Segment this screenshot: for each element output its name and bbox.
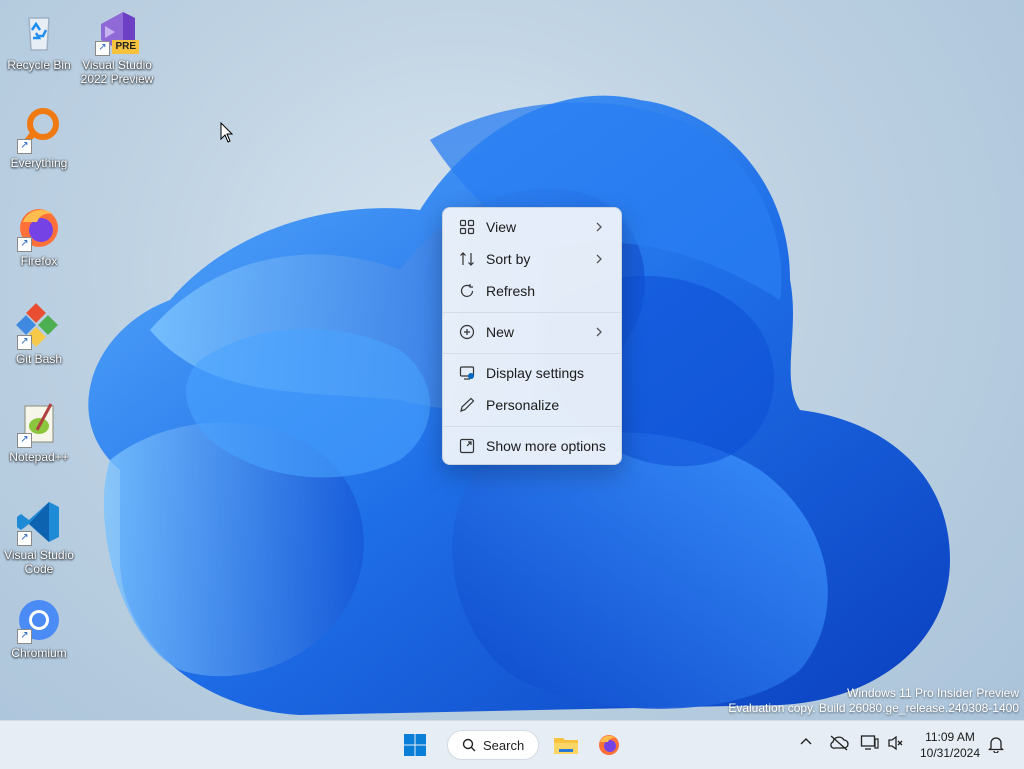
menu-item-refresh[interactable]: Refresh bbox=[447, 276, 617, 306]
firefox-icon: ↗ bbox=[15, 204, 63, 252]
shortcut-arrow-icon: ↗ bbox=[17, 237, 32, 252]
menu-separator bbox=[443, 426, 621, 427]
menu-item-label: Display settings bbox=[486, 365, 585, 381]
chromium-icon: ↗ bbox=[15, 596, 63, 644]
shortcut-arrow-icon: ↗ bbox=[17, 139, 32, 154]
taskbar-clock[interactable]: 11:09 AM 10/31/2024 bbox=[912, 729, 988, 761]
clock-date: 10/31/2024 bbox=[919, 746, 981, 760]
visual-studio-preview-icon: PRE ↗ bbox=[93, 8, 141, 56]
menu-item-label: View bbox=[486, 219, 517, 235]
shortcut-arrow-icon: ↗ bbox=[17, 531, 32, 546]
menu-separator bbox=[443, 312, 621, 313]
mouse-cursor-icon bbox=[220, 122, 234, 143]
expand-icon bbox=[455, 438, 479, 454]
grid-icon bbox=[455, 219, 479, 235]
volume-muted-icon[interactable] bbox=[887, 734, 905, 752]
desktop-icon-visual-studio-2022-preview[interactable]: PRE ↗ Visual Studio 2022 Preview bbox=[78, 8, 156, 86]
firefox-taskbar-button[interactable] bbox=[591, 727, 627, 763]
preview-badge: PRE bbox=[112, 40, 139, 54]
desktop-icon-label-line2: 2022 Preview bbox=[80, 72, 154, 86]
menu-item-view[interactable]: View bbox=[447, 212, 617, 242]
desktop-context-menu: View Sort by Refresh New Display setting… bbox=[442, 207, 622, 465]
display-icon bbox=[455, 365, 479, 381]
desktop-icon-label: Git Bash bbox=[15, 352, 63, 366]
shortcut-arrow-icon: ↗ bbox=[95, 41, 110, 56]
shortcut-arrow-icon: ↗ bbox=[17, 629, 32, 644]
recycle-bin-icon bbox=[15, 8, 63, 56]
vscode-icon: ↗ bbox=[15, 498, 63, 546]
chevron-right-icon bbox=[595, 252, 603, 268]
sort-icon bbox=[455, 251, 479, 267]
menu-item-show-more-options[interactable]: Show more options bbox=[447, 431, 617, 461]
menu-item-display-settings[interactable]: Display settings bbox=[447, 358, 617, 388]
firefox-icon bbox=[599, 735, 619, 755]
watermark-edition: Windows 11 Pro Insider Preview bbox=[847, 686, 1019, 700]
desktop-icon-label: Everything bbox=[10, 156, 68, 170]
watermark-build: Evaluation copy. Build 26080.ge_release.… bbox=[728, 701, 1019, 715]
folder-icon bbox=[554, 738, 578, 754]
desktop-icon-recycle-bin[interactable]: Recycle Bin bbox=[0, 8, 78, 72]
desktop-icon-label: Firefox bbox=[20, 254, 58, 268]
refresh-icon bbox=[455, 283, 479, 299]
desktop-icon-label: Recycle Bin bbox=[7, 58, 71, 72]
notepad-plus-plus-icon: ↗ bbox=[15, 400, 63, 448]
desktop-icon-everything[interactable]: ↗ Everything bbox=[0, 106, 78, 170]
notification-bell-icon[interactable] bbox=[988, 735, 1004, 753]
network-disconnected-icon[interactable] bbox=[829, 734, 849, 752]
chevron-right-icon bbox=[595, 325, 603, 341]
plus-circle-icon bbox=[455, 324, 479, 340]
desktop-icon-label-line2: Code bbox=[24, 562, 54, 576]
desktop-icon-git-bash[interactable]: ↗ Git Bash bbox=[0, 302, 78, 366]
chevron-right-icon bbox=[595, 220, 603, 236]
menu-item-label: Sort by bbox=[486, 251, 531, 267]
desktop-icon-label: Chromium bbox=[11, 646, 67, 660]
menu-item-new[interactable]: New bbox=[447, 317, 617, 347]
desktop-icon-visual-studio-code[interactable]: ↗ Visual Studio Code bbox=[0, 498, 78, 576]
menu-item-label: Personalize bbox=[486, 397, 560, 413]
search-label: Search bbox=[483, 737, 525, 753]
shortcut-arrow-icon: ↗ bbox=[17, 433, 32, 448]
desktop-icon-chromium[interactable]: ↗ Chromium bbox=[0, 596, 78, 660]
desktop-icon-label: Visual Studio bbox=[4, 548, 74, 562]
git-bash-icon: ↗ bbox=[15, 302, 63, 350]
taskbar-search[interactable]: Search bbox=[447, 730, 539, 760]
menu-separator bbox=[443, 353, 621, 354]
everything-search-icon: ↗ bbox=[15, 106, 63, 154]
clock-time: 11:09 AM bbox=[925, 730, 975, 744]
desktop-icon-label: Visual Studio bbox=[82, 58, 152, 72]
windows-logo-icon bbox=[404, 734, 426, 756]
menu-item-sort-by[interactable]: Sort by bbox=[447, 244, 617, 274]
menu-item-personalize[interactable]: Personalize bbox=[447, 390, 617, 420]
pen-icon bbox=[455, 397, 479, 413]
file-explorer-button[interactable] bbox=[548, 727, 584, 763]
start-button[interactable] bbox=[397, 727, 433, 763]
chevron-up-icon[interactable] bbox=[799, 735, 813, 749]
desktop-icon-label: Notepad++ bbox=[9, 450, 69, 464]
menu-item-label: Refresh bbox=[486, 283, 536, 299]
desktop-icon-firefox[interactable]: ↗ Firefox bbox=[0, 204, 78, 268]
desktop-icon-notepad-plus-plus[interactable]: ↗ Notepad++ bbox=[0, 400, 78, 464]
taskbar: Search 11:09 AM 10/31/2024 bbox=[0, 720, 1024, 769]
display-network-icon[interactable] bbox=[860, 734, 880, 752]
search-icon bbox=[462, 738, 476, 752]
menu-item-label: New bbox=[486, 324, 515, 340]
menu-item-label: Show more options bbox=[486, 438, 606, 454]
shortcut-arrow-icon: ↗ bbox=[17, 335, 32, 350]
